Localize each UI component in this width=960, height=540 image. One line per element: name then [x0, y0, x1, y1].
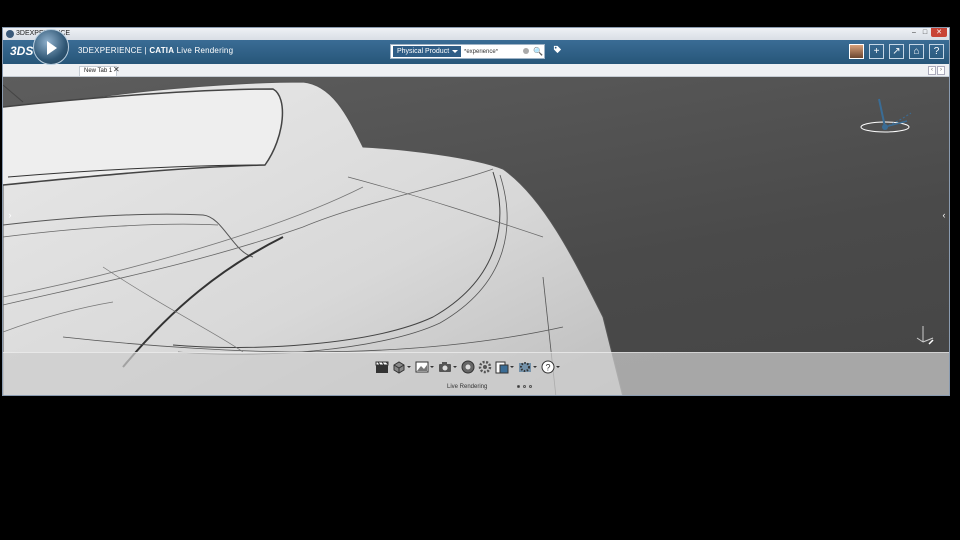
pager-dot-3[interactable]: [529, 385, 532, 388]
window-titlebar: 3DEXPERIENCE – □ ✕: [3, 28, 949, 40]
clapper-icon[interactable]: [375, 360, 389, 374]
tab-bar: New Tab 1 ✕ ‹ ›: [3, 64, 949, 77]
axis-triad-icon: [916, 326, 934, 345]
user-avatar[interactable]: [849, 44, 864, 59]
close-tab-icon[interactable]: ✕: [113, 65, 120, 75]
search-box: Physical Product 🔍: [390, 44, 545, 59]
search-category-dropdown[interactable]: Physical Product: [393, 46, 461, 57]
chevron-down-icon: [452, 50, 458, 53]
minimize-button[interactable]: –: [909, 28, 919, 37]
search-input[interactable]: [464, 46, 519, 57]
brand-app: CATIA: [149, 46, 175, 55]
render-sphere-icon[interactable]: [461, 360, 475, 374]
tab-scroll-right-icon[interactable]: ›: [937, 66, 945, 75]
brand-prefix: 3DEXPERIENCE |: [78, 46, 150, 55]
application-window: 3DEXPERIENCE – □ ✕ 3DS 3DEXPERIENCE | CA…: [2, 27, 950, 396]
dassault-logo-icon: 3DS: [10, 44, 34, 58]
compass-play-button[interactable]: [33, 29, 69, 65]
help-icon[interactable]: ?: [541, 360, 560, 374]
brand-title: 3DEXPERIENCE | CATIA Live Rendering: [78, 46, 233, 55]
brand-suffix: Live Rendering: [174, 46, 234, 55]
app-logo-icon: [6, 30, 14, 38]
tag-icon[interactable]: [553, 45, 562, 54]
camera-icon[interactable]: [438, 360, 457, 374]
car-surface-model: [3, 81, 624, 395]
share-icon[interactable]: ↗: [889, 44, 904, 59]
material-cube-icon[interactable]: [392, 360, 411, 374]
top-bar: 3DS 3DEXPERIENCE | CATIA Live Rendering …: [3, 40, 949, 64]
play-icon: [47, 41, 57, 55]
pager-dot-1[interactable]: [517, 385, 520, 388]
home-icon[interactable]: ⌂: [909, 44, 924, 59]
3d-viewport[interactable]: › ‹ ? Live Rendering: [3, 77, 949, 395]
help-icon[interactable]: ?: [929, 44, 944, 59]
left-panel-toggle-icon[interactable]: ›: [6, 210, 14, 220]
svg-text:?: ?: [545, 363, 550, 373]
search-category-label: Physical Product: [397, 48, 450, 55]
search-icon[interactable]: 🔍: [533, 46, 543, 57]
environment-image-icon[interactable]: [415, 360, 434, 374]
action-bar-section-label: Live Rendering: [447, 384, 488, 390]
library-icon[interactable]: [495, 360, 514, 374]
clear-search-icon[interactable]: [523, 48, 529, 54]
pager-dot-2[interactable]: [523, 385, 526, 388]
right-panel-toggle-icon[interactable]: ‹: [940, 210, 948, 220]
action-bar-pager[interactable]: [517, 385, 535, 388]
tab-new-tab-1[interactable]: New Tab 1: [79, 66, 118, 76]
maximize-button[interactable]: □: [920, 28, 930, 37]
action-bar: ? Live Rendering: [3, 352, 949, 395]
options-gear-icon[interactable]: [518, 360, 537, 374]
settings-gear-icon[interactable]: [478, 360, 492, 374]
tab-scroll-left-icon[interactable]: ‹: [928, 66, 936, 75]
close-button[interactable]: ✕: [931, 28, 947, 37]
plus-icon[interactable]: +: [869, 44, 884, 59]
3d-compass-icon[interactable]: [855, 95, 919, 139]
